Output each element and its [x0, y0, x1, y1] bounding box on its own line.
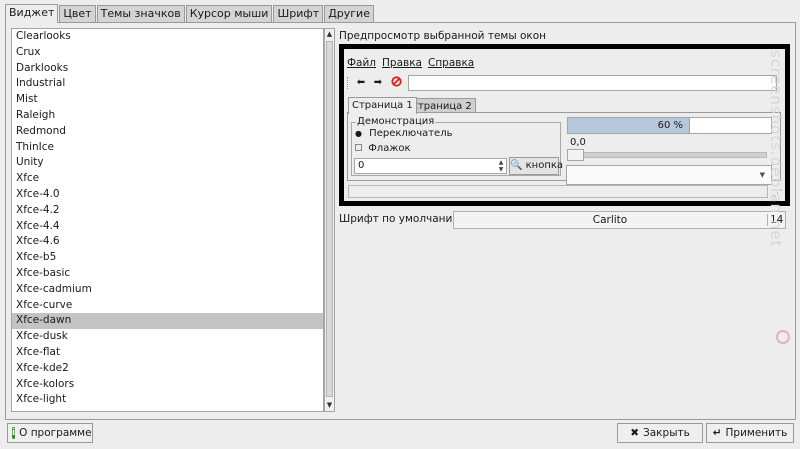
- preview-title: Предпросмотр выбранной темы окон: [339, 30, 547, 42]
- about-button-label: О программе: [19, 427, 92, 439]
- check-option[interactable]: Флажок: [355, 143, 410, 154]
- close-icon: ✖: [630, 427, 640, 439]
- tab-font[interactable]: Шрифт: [273, 5, 324, 22]
- preview-combo[interactable]: ▼: [566, 165, 772, 185]
- arrow-left-icon[interactable]: ⬅: [354, 76, 368, 90]
- chevron-down-icon: ▼: [759, 171, 765, 179]
- tab-mouse-cursor[interactable]: Курсор мыши: [185, 5, 273, 22]
- checkbox-icon: [355, 144, 362, 151]
- scrollbar-thumb[interactable]: [326, 41, 333, 397]
- list-item[interactable]: Xfce-basic: [12, 266, 323, 282]
- list-item[interactable]: Xfce-kolors: [12, 377, 323, 393]
- font-chooser-button[interactable]: Carlito 14: [453, 211, 786, 229]
- apply-button-label: Применить: [725, 427, 788, 439]
- tab-page-1[interactable]: Страница 1: [348, 97, 417, 114]
- tab-widget[interactable]: Виджет: [5, 4, 59, 23]
- preview-toolbar-entry[interactable]: [408, 75, 777, 91]
- debian-logo-icon: [776, 330, 790, 344]
- list-item[interactable]: Darklooks: [12, 61, 323, 77]
- spin-arrows-icon[interactable]: ▲ ▼: [497, 159, 505, 173]
- menu-edit[interactable]: Правка: [382, 57, 422, 69]
- theme-list[interactable]: Clearlooks Crux Darklooks Industrial Mist Ral…: [11, 28, 324, 412]
- scroll-up-icon[interactable]: ▲: [325, 29, 334, 40]
- preview-menubar: Файл Правка Справка: [347, 57, 474, 69]
- tab-other[interactable]: Другие: [324, 5, 374, 22]
- list-item[interactable]: Xfce-flat: [12, 345, 323, 361]
- demo-group-label: Демонстрация: [356, 116, 436, 127]
- scale-track[interactable]: [567, 152, 767, 158]
- toolbar-grip: [347, 77, 349, 89]
- search-icon: 🔍: [510, 160, 523, 171]
- font-name: Carlito: [592, 214, 628, 226]
- preview-window: Файл Правка Справка ⬅ ➡ Страница 1 Стран…: [344, 49, 785, 201]
- list-item[interactable]: Xfce-4.6: [12, 234, 323, 250]
- tab-color[interactable]: Цвет: [59, 5, 96, 22]
- list-item[interactable]: Clearlooks: [12, 29, 323, 45]
- list-item[interactable]: Xfce-b5: [12, 250, 323, 266]
- about-button[interactable]: i О программе: [7, 423, 93, 443]
- list-item[interactable]: Industrial: [12, 76, 323, 92]
- radio-option[interactable]: ● Переключатель: [355, 128, 453, 139]
- watermark: screenshots.debian.net: [767, 50, 785, 248]
- radio-label: Переключатель: [369, 128, 453, 139]
- info-icon: i: [12, 427, 16, 439]
- spin-value: 0: [358, 160, 365, 171]
- demo-button-label: кнопка: [525, 160, 564, 171]
- radio-dot-icon: ●: [355, 129, 362, 138]
- scroll-down-icon[interactable]: ▼: [325, 400, 334, 411]
- demo-button[interactable]: 🔍 кнопка: [509, 157, 563, 175]
- list-item[interactable]: Raleigh: [12, 108, 323, 124]
- tab-bar: Виджет Цвет Темы значков Курсор мыши Шри…: [5, 4, 375, 23]
- progress-label: 60 %: [657, 120, 683, 131]
- list-item[interactable]: Xfce-curve: [12, 298, 323, 314]
- list-item[interactable]: Xfce-dusk: [12, 329, 323, 345]
- progress-bar: 60 %: [567, 117, 772, 134]
- list-item[interactable]: Xfce-light: [12, 392, 323, 408]
- preview-statusbar: [348, 185, 768, 198]
- menu-help[interactable]: Справка: [428, 57, 474, 69]
- apply-icon: ↵: [712, 427, 722, 439]
- list-item[interactable]: Unity: [12, 155, 323, 171]
- list-item[interactable]: Redmond: [12, 124, 323, 140]
- apply-button[interactable]: ↵ Применить: [706, 423, 794, 443]
- list-item[interactable]: Xfce-4.0: [12, 187, 323, 203]
- list-item[interactable]: Xfce-cadmium: [12, 282, 323, 298]
- spin-input[interactable]: 0 ▲ ▼: [354, 158, 507, 174]
- list-item[interactable]: Mist: [12, 92, 323, 108]
- tab-icon-themes[interactable]: Темы значков: [96, 5, 185, 22]
- arrow-right-icon[interactable]: ➡: [371, 76, 385, 90]
- list-item[interactable]: Xfce-4.2: [12, 203, 323, 219]
- close-button-label: Закрыть: [643, 427, 690, 439]
- close-button[interactable]: ✖ Закрыть: [617, 423, 703, 443]
- theme-preview: Файл Правка Справка ⬅ ➡ Страница 1 Стран…: [339, 44, 790, 206]
- check-label: Флажок: [368, 143, 411, 154]
- preview-toolbar: ⬅ ➡: [344, 73, 785, 93]
- stop-icon[interactable]: [389, 76, 403, 90]
- menu-file[interactable]: Файл: [347, 57, 376, 69]
- scale-value: 0,0: [570, 137, 586, 148]
- default-font-label: Шрифт по умолчанию:: [339, 213, 465, 225]
- theme-list-scrollbar[interactable]: ▲ ▼: [324, 28, 335, 412]
- list-item[interactable]: Crux: [12, 45, 323, 61]
- list-item[interactable]: Xfce-dawn: [12, 313, 323, 330]
- list-item[interactable]: Xfce-kde2: [12, 361, 323, 377]
- tab-page-2[interactable]: Страница 2: [407, 98, 476, 113]
- scale-handle[interactable]: [567, 149, 584, 161]
- list-item[interactable]: Xfce: [12, 171, 323, 187]
- list-item[interactable]: ThinIce: [12, 140, 323, 156]
- list-item[interactable]: Xfce-4.4: [12, 219, 323, 235]
